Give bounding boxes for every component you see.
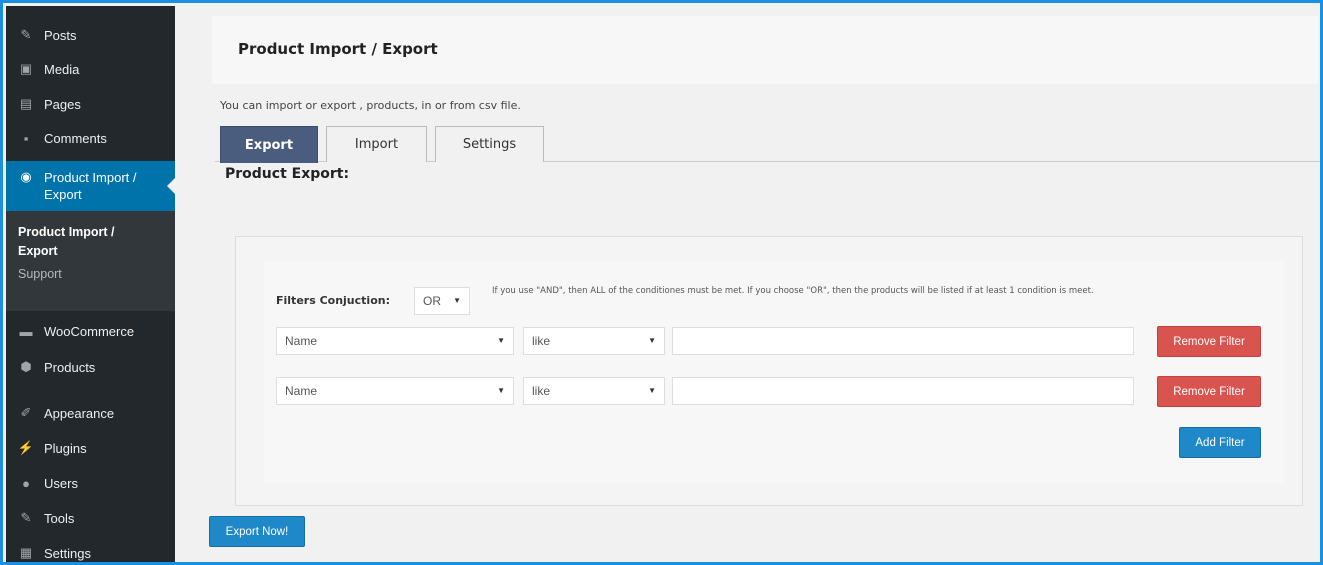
filter-operator-select[interactable]: like ▼: [523, 377, 665, 405]
media-icon: ▣: [19, 61, 33, 76]
tab-settings[interactable]: Settings: [435, 126, 544, 162]
conjunction-label: Filters Conjuction:: [276, 294, 390, 307]
sidebar-item-label: Pages: [44, 96, 81, 112]
section-title: Product Export:: [225, 166, 350, 182]
pages-icon: ▤: [19, 96, 33, 111]
filters-inner: Filters Conjuction: OR ▼ If you use "AND…: [264, 261, 1284, 483]
conjunction-hint: If you use "AND", then ALL of the condit…: [492, 286, 1094, 296]
sidebar-item-label: Product Import / Export: [44, 170, 137, 202]
page-header: Product Import / Export: [212, 16, 1318, 84]
sidebar-item-label: Comments: [44, 130, 107, 146]
filter-value-input[interactable]: [672, 327, 1134, 355]
sidebar-item-comments[interactable]: ▪ Comments: [6, 121, 175, 155]
sidebar-item-media[interactable]: ▣ Media: [6, 52, 175, 86]
filter-field-select[interactable]: Name ▼: [276, 377, 514, 405]
tools-icon: ✎: [20, 510, 32, 525]
users-icon: ●: [22, 475, 30, 491]
sidebar-item-settings[interactable]: ▦ Settings: [6, 536, 175, 562]
sidebar-item-woocommerce[interactable]: ▬ WooCommerce: [6, 314, 175, 348]
submenu-item-support[interactable]: Support: [18, 267, 175, 281]
products-icon: ⬢: [20, 359, 32, 374]
settings-icon: ▦: [19, 545, 33, 560]
filter-value-input[interactable]: [672, 377, 1134, 405]
screenshot-frame: ✎ Posts ▣ Media ▤ Pages ▪ Comments ◉ Pro…: [0, 0, 1323, 565]
sidebar-item-plugins[interactable]: ⚡ Plugins: [6, 431, 175, 465]
conjunction-value: OR: [423, 294, 441, 308]
sidebar-item-products[interactable]: ⬢ Products: [6, 350, 175, 384]
sidebar-item-pages[interactable]: ▤ Pages: [6, 87, 175, 121]
sidebar-item-label: Posts: [44, 27, 77, 43]
sidebar-item-label: WooCommerce: [44, 323, 135, 339]
pin-icon: ✎: [20, 27, 32, 42]
conjunction-select[interactable]: OR ▼: [414, 287, 470, 315]
sidebar-item-label: Media: [44, 61, 80, 77]
sidebar-item-label: Tools: [44, 510, 75, 526]
filters-panel: Filters Conjuction: OR ▼ If you use "AND…: [235, 236, 1303, 506]
remove-filter-button[interactable]: Remove Filter: [1157, 326, 1261, 357]
filter-operator-select[interactable]: like ▼: [523, 327, 665, 355]
sidebar-item-label: Users: [44, 475, 78, 491]
filter-field-value: Name: [285, 334, 318, 348]
chevron-down-icon: ▼: [648, 386, 656, 395]
filter-field-select[interactable]: Name ▼: [276, 327, 514, 355]
sidebar-item-tools[interactable]: ✎ Tools: [6, 501, 175, 535]
tab-import[interactable]: Import: [326, 126, 427, 162]
page-title: Product Import / Export: [238, 40, 438, 58]
filter-operator-value: like: [532, 384, 551, 398]
intro-text: You can import or export , products, in …: [220, 99, 521, 112]
plugins-icon: ⚡: [17, 440, 35, 455]
main-content: Product Import / Export You can import o…: [175, 6, 1320, 562]
sidebar-item-label: Plugins: [44, 440, 87, 456]
sidebar-item-product-import-export[interactable]: ◉ Product Import / Export: [6, 161, 175, 211]
plugin-circle-icon: ◉: [20, 169, 32, 184]
tab-export[interactable]: Export: [220, 126, 318, 163]
sidebar-submenu: Product Import / Export Support: [6, 211, 175, 311]
sidebar-item-users[interactable]: ● Users: [6, 466, 175, 500]
submenu-item-product-import-export[interactable]: Product Import / Export: [18, 223, 148, 261]
filter-field-value: Name: [285, 384, 318, 398]
remove-filter-button[interactable]: Remove Filter: [1157, 376, 1261, 407]
chevron-down-icon: ▼: [497, 336, 505, 345]
filter-operator-value: like: [532, 334, 551, 348]
sidebar-item-label: Products: [44, 359, 96, 375]
export-now-button[interactable]: Export Now!: [209, 516, 305, 547]
add-filter-button[interactable]: Add Filter: [1179, 427, 1261, 458]
woocommerce-icon: ▬: [19, 323, 33, 339]
sidebar-item-appearance[interactable]: ✐ Appearance: [6, 396, 175, 430]
active-indicator: [167, 178, 175, 194]
chevron-down-icon: ▼: [497, 386, 505, 395]
sidebar-item-label: Appearance: [44, 405, 115, 421]
appearance-icon: ✐: [20, 405, 32, 420]
admin-sidebar: ✎ Posts ▣ Media ▤ Pages ▪ Comments ◉ Pro…: [6, 6, 175, 562]
chevron-down-icon: ▼: [453, 296, 461, 305]
comments-icon: ▪: [23, 130, 29, 146]
chevron-down-icon: ▼: [648, 336, 656, 345]
sidebar-item-posts[interactable]: ✎ Posts: [6, 18, 175, 52]
sidebar-item-label: Settings: [44, 545, 91, 561]
